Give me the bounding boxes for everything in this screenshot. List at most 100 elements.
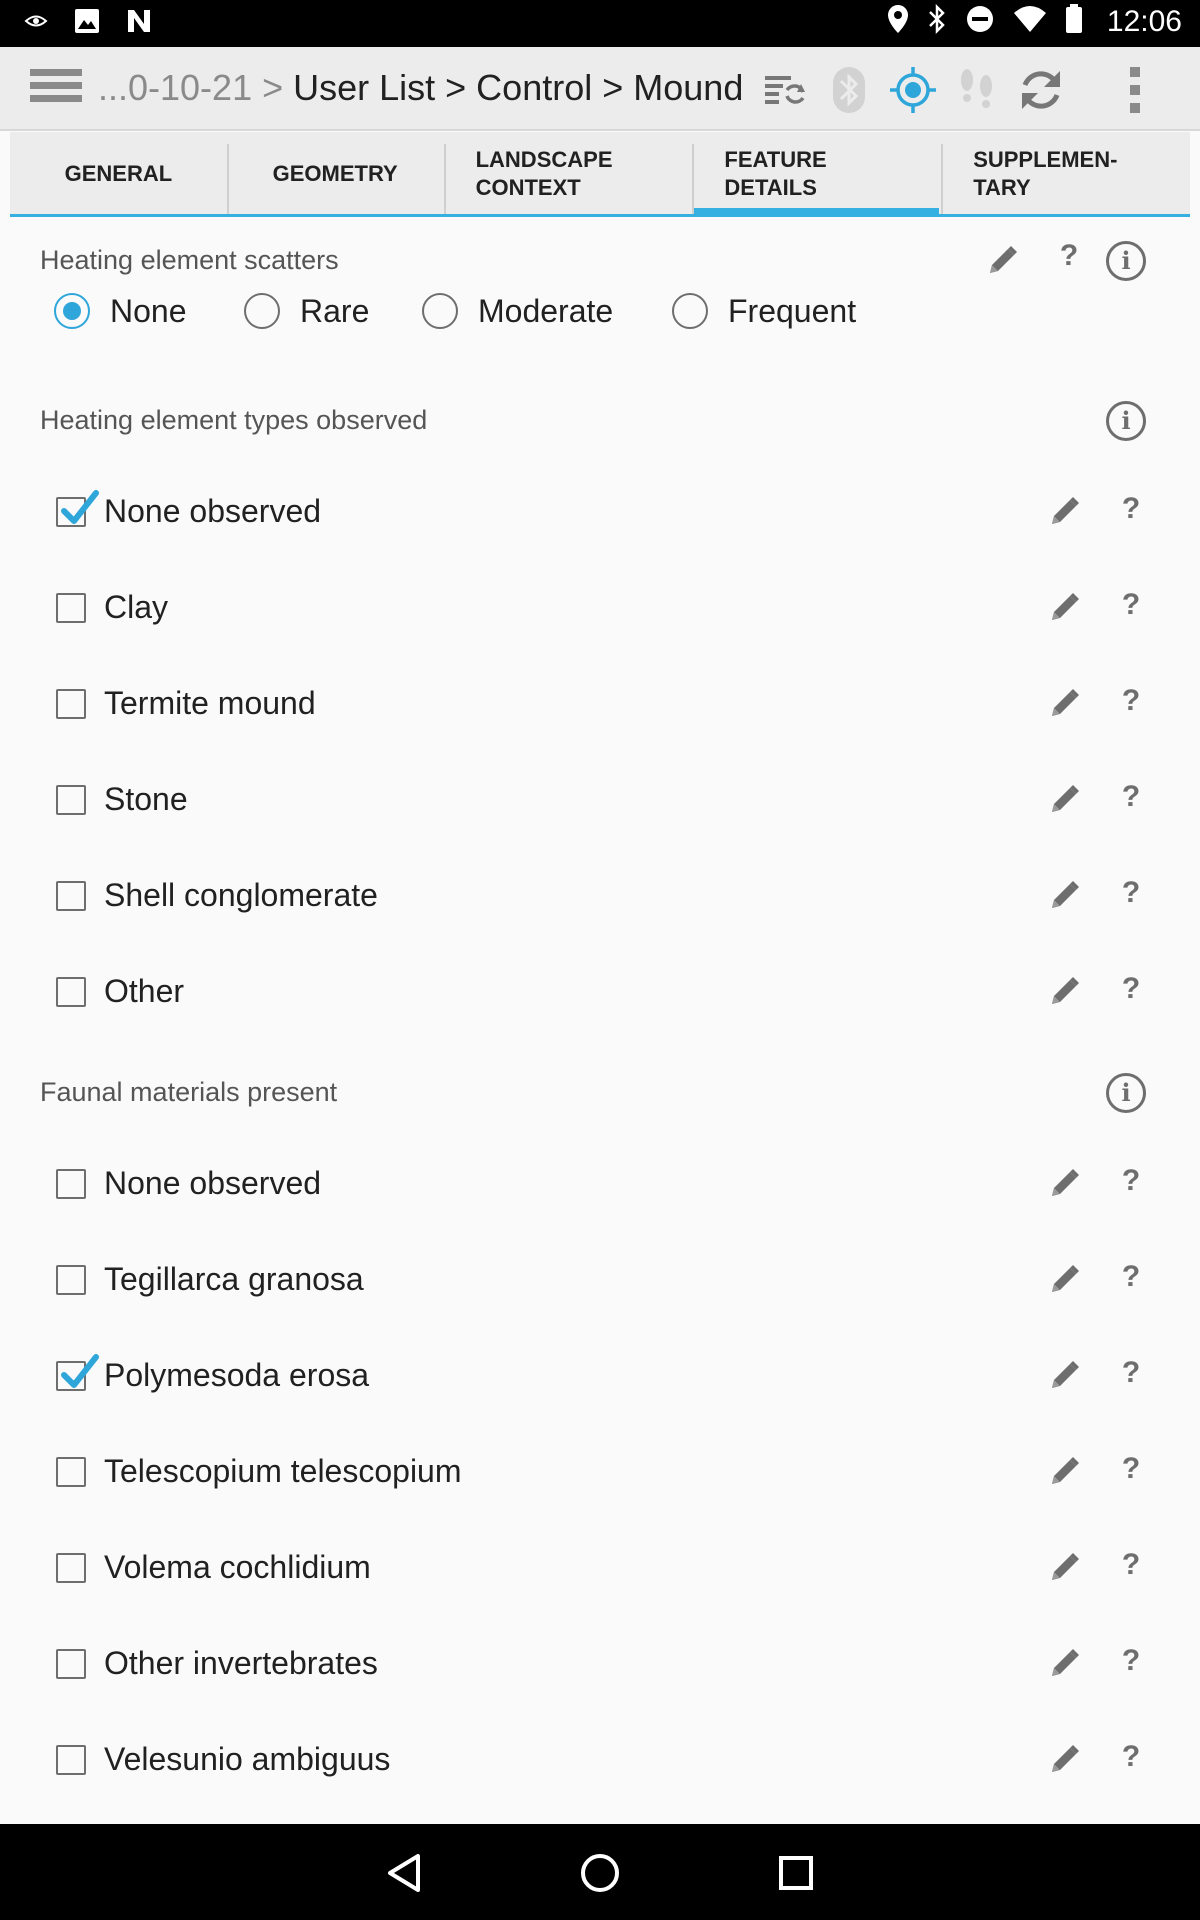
- feature-details-form[interactable]: Heating element scatters ? i None Rare M…: [10, 217, 1158, 1824]
- help-icon[interactable]: ?: [1116, 1164, 1146, 1204]
- clock: 12:06: [1106, 4, 1182, 38]
- pencil-icon[interactable]: [1046, 782, 1082, 818]
- back-icon[interactable]: [380, 1848, 430, 1898]
- checkbox[interactable]: [56, 785, 86, 815]
- checkbox[interactable]: [56, 689, 86, 719]
- pencil-icon[interactable]: [1046, 1742, 1082, 1778]
- pencil-icon[interactable]: [1046, 974, 1082, 1010]
- list-item-label: Velesunio ambiguus: [104, 1741, 391, 1777]
- help-icon[interactable]: ?: [1116, 1260, 1146, 1300]
- list-item[interactable]: Volema cochlidium?: [10, 1528, 1158, 1608]
- pencil-icon[interactable]: [1046, 1358, 1082, 1394]
- info-icon[interactable]: i: [1106, 241, 1146, 281]
- tab-label: DETAILS: [724, 175, 817, 200]
- help-icon[interactable]: ?: [1116, 1452, 1146, 1492]
- pencil-icon[interactable]: [1046, 1166, 1082, 1202]
- checkbox-checked[interactable]: [56, 490, 99, 527]
- tab-general[interactable]: GENERAL: [10, 132, 227, 216]
- bluetooth-icon[interactable]: [824, 65, 874, 115]
- pencil-icon[interactable]: [1046, 494, 1082, 530]
- home-icon[interactable]: [575, 1848, 625, 1898]
- help-icon[interactable]: ?: [1116, 1644, 1146, 1684]
- list-item[interactable]: None observed?: [10, 1144, 1158, 1224]
- faunal-title: Faunal materials present: [40, 1077, 338, 1107]
- checkbox[interactable]: [56, 881, 86, 911]
- list-item[interactable]: Other?: [10, 952, 1158, 1032]
- recents-icon[interactable]: [771, 1848, 821, 1898]
- list-item[interactable]: None observed?: [10, 472, 1158, 552]
- checkbox[interactable]: [56, 977, 86, 1007]
- pencil-icon[interactable]: [1046, 1550, 1082, 1586]
- list-item-label: Telescopium telescopium: [104, 1453, 462, 1489]
- info-icon[interactable]: i: [1106, 401, 1146, 441]
- checkbox[interactable]: [56, 1553, 86, 1583]
- list-item[interactable]: Tegillarca granosa?: [10, 1240, 1158, 1320]
- tab-label: CONTEXT: [475, 175, 581, 200]
- help-icon[interactable]: ?: [1116, 1548, 1146, 1588]
- checkbox[interactable]: [56, 1457, 86, 1487]
- pencil-icon[interactable]: [1046, 590, 1082, 626]
- tab-geometry[interactable]: GEOMETRY: [226, 132, 444, 216]
- help-icon[interactable]: ?: [1116, 1356, 1146, 1396]
- help-icon[interactable]: ?: [1116, 972, 1146, 1012]
- pencil-icon[interactable]: [1046, 1454, 1082, 1490]
- list-item[interactable]: Telescopium telescopium?: [10, 1432, 1158, 1512]
- list-item[interactable]: Stone?: [10, 760, 1158, 840]
- refresh-icon[interactable]: [1016, 65, 1066, 115]
- list-item[interactable]: Clay?: [10, 568, 1158, 648]
- tab-landscape-context[interactable]: LANDSCAPE CONTEXT: [443, 132, 693, 216]
- help-icon[interactable]: ?: [1116, 1740, 1146, 1780]
- checkbox[interactable]: [56, 1745, 86, 1775]
- radio-button[interactable]: [244, 293, 280, 329]
- checkbox[interactable]: [56, 593, 86, 623]
- radio-button[interactable]: [672, 293, 708, 329]
- info-icon[interactable]: i: [1106, 1073, 1146, 1113]
- tab-feature-details[interactable]: FEATURE DETAILS: [692, 132, 941, 216]
- heating-scatters-title: Heating element scatters: [40, 245, 339, 275]
- navigation-bar: [0, 1824, 1200, 1920]
- status-bar: 12:06: [0, 0, 1200, 47]
- pencil-icon[interactable]: [1046, 878, 1082, 914]
- list-item-label: Termite mound: [104, 685, 316, 721]
- radio-label: None: [110, 292, 187, 329]
- sync-list-icon[interactable]: [760, 65, 810, 115]
- pencil-icon[interactable]: [1046, 1262, 1082, 1298]
- pencil-icon[interactable]: [1046, 1646, 1082, 1682]
- radio-rare[interactable]: Rare: [244, 279, 369, 343]
- gps-icon[interactable]: [888, 65, 938, 115]
- pencil-icon[interactable]: [984, 243, 1020, 279]
- do-not-disturb-icon: [965, 4, 995, 39]
- checkbox[interactable]: [56, 1649, 86, 1679]
- radio-moderate[interactable]: Moderate: [422, 279, 613, 343]
- help-icon[interactable]: ?: [1054, 239, 1084, 279]
- list-item[interactable]: Shell conglomerate?: [10, 856, 1158, 936]
- pencil-icon[interactable]: [1046, 686, 1082, 722]
- list-item[interactable]: Velesunio ambiguus?: [10, 1720, 1158, 1800]
- breadcrumb[interactable]: ...0-10-21 > User List > Control > Mound: [98, 67, 743, 109]
- breadcrumb-trail[interactable]: ...0-10-21 >: [98, 67, 293, 108]
- checkbox[interactable]: [56, 1265, 86, 1295]
- help-icon[interactable]: ?: [1116, 876, 1146, 916]
- help-icon[interactable]: ?: [1116, 492, 1146, 532]
- footsteps-icon[interactable]: [952, 65, 1002, 115]
- checkbox[interactable]: [56, 1169, 86, 1199]
- radio-button[interactable]: [422, 293, 458, 329]
- overflow-menu-icon[interactable]: [1110, 65, 1160, 115]
- help-icon[interactable]: ?: [1116, 684, 1146, 724]
- radio-frequent[interactable]: Frequent: [672, 279, 856, 343]
- list-item[interactable]: Termite mound?: [10, 664, 1158, 744]
- checkbox-checked[interactable]: [56, 1354, 99, 1391]
- list-item[interactable]: Other invertebrates?: [10, 1624, 1158, 1704]
- help-icon[interactable]: ?: [1116, 588, 1146, 628]
- help-icon[interactable]: ?: [1116, 780, 1146, 820]
- menu-icon[interactable]: [30, 69, 82, 109]
- tab-supplementary[interactable]: SUPPLEMEN- TARY: [941, 132, 1190, 216]
- list-item[interactable]: Polymesoda erosa?: [10, 1336, 1158, 1416]
- list-item-label: Tegillarca granosa: [104, 1261, 364, 1297]
- battery-icon: [1065, 4, 1083, 39]
- tab-label: TARY: [973, 175, 1031, 200]
- list-item-label: None observed: [104, 493, 322, 529]
- radio-none[interactable]: None: [54, 279, 187, 343]
- list-item-label: Other invertebrates: [104, 1645, 378, 1681]
- radio-button[interactable]: [54, 293, 90, 329]
